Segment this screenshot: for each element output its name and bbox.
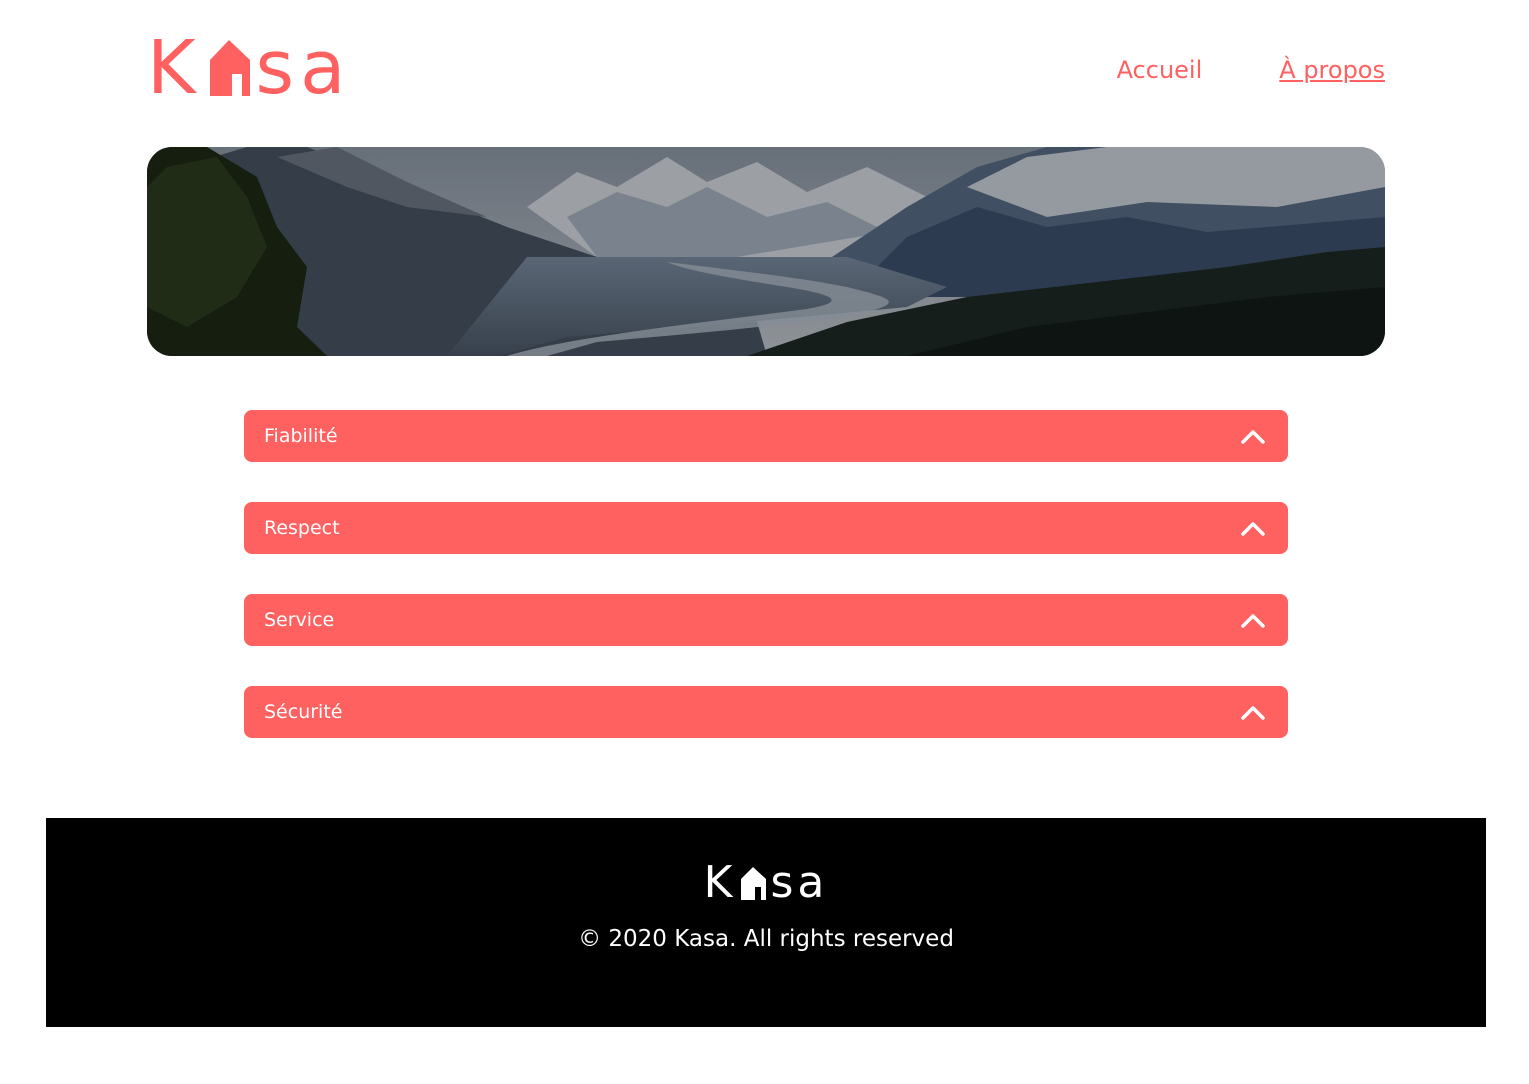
logo-letters-sa: sa — [255, 25, 352, 111]
chevron-up-icon[interactable] — [1240, 703, 1266, 721]
footer-logo: K sa — [46, 858, 1486, 908]
about-page: K sa Accueil À propos Fiabilité Respect … — [0, 0, 1529, 1084]
nav-link-a-propos[interactable]: À propos — [1279, 54, 1385, 86]
logo-letter-k: K — [147, 25, 202, 111]
nav-link-accueil[interactable]: Accueil — [1117, 54, 1203, 86]
collapse-title: Respect — [264, 517, 340, 539]
banner-image — [147, 147, 1385, 356]
kasa-logo[interactable]: K sa — [147, 28, 367, 108]
house-icon — [741, 867, 767, 900]
collapse-title: Fiabilité — [264, 425, 338, 447]
collapse-securite[interactable]: Sécurité — [244, 686, 1288, 738]
collapse-title: Service — [264, 609, 335, 631]
chevron-up-icon[interactable] — [1240, 519, 1266, 537]
chevron-up-icon[interactable] — [1240, 427, 1266, 445]
house-icon — [209, 40, 250, 96]
footer-copyright: © 2020 Kasa. All rights reserved — [578, 926, 954, 952]
collapse-fiabilite[interactable]: Fiabilité — [244, 410, 1288, 462]
chevron-up-icon[interactable] — [1240, 611, 1266, 629]
collapse-service[interactable]: Service — [244, 594, 1288, 646]
mountain-landscape-image — [147, 147, 1385, 356]
footer-logo-letter-k: K — [703, 857, 737, 908]
footer-logo-letters-sa: sa — [770, 857, 829, 908]
collapse-title: Sécurité — [264, 701, 343, 723]
main-nav: Accueil À propos — [1117, 54, 1385, 86]
footer: K sa © 2020 Kasa. All rights reserved — [46, 818, 1486, 1027]
collapse-respect[interactable]: Respect — [244, 502, 1288, 554]
